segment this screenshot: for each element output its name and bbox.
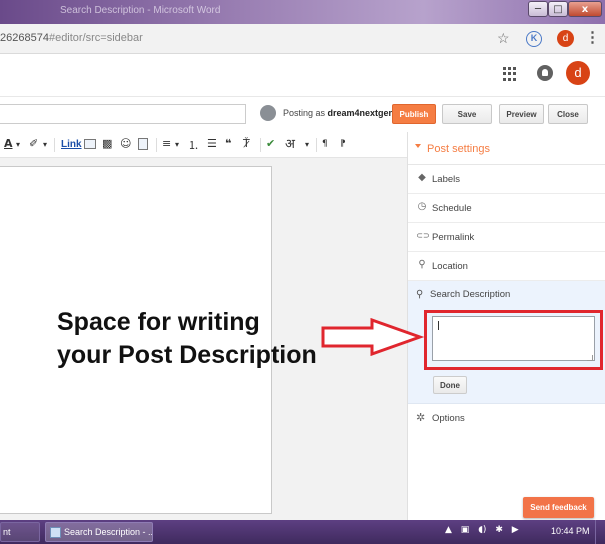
- browser-profile-avatar[interactable]: d: [557, 30, 574, 47]
- format-toolbar: A ▾ ✐ ▾ Link ▩ ☺ ≡ ▾ ⒈ ☰ ❝ Ť̷ ✔ अ ▾ ¶ ¶: [0, 132, 407, 158]
- search-icon: ⚲: [416, 289, 424, 300]
- taskbar-item-label: Search Description - ...: [64, 527, 153, 537]
- done-button[interactable]: Done: [433, 376, 467, 394]
- url-prefix: 26268574: [0, 32, 49, 44]
- network-icon[interactable]: ▣: [461, 525, 470, 535]
- maximize-button[interactable]: □: [548, 1, 568, 17]
- emoji-icon[interactable]: ☺: [120, 137, 131, 150]
- chevron-down-icon[interactable]: ▾: [43, 140, 47, 149]
- sidebar-item-options[interactable]: ✲ Options: [408, 404, 605, 432]
- sidebar-item-schedule[interactable]: ◷ Schedule: [408, 194, 605, 223]
- app-header: d: [0, 55, 605, 97]
- caret-down-icon: [415, 144, 421, 148]
- chevron-down-icon[interactable]: ▾: [305, 140, 309, 149]
- bulleted-list-icon[interactable]: ☰: [207, 137, 217, 150]
- minimize-button[interactable]: ─: [528, 1, 548, 17]
- clear-formatting-icon[interactable]: Ť̷: [243, 137, 250, 150]
- taskbar-item[interactable]: nt: [0, 522, 40, 542]
- posting-as-text: Posting as dream4nextgen: [283, 108, 394, 118]
- system-tray: ▲ ▣ ◖) ✱ ▶: [445, 525, 525, 535]
- url-path: #editor/src=sidebar: [48, 32, 143, 44]
- send-feedback-button[interactable]: Send feedback: [523, 497, 594, 518]
- chevron-down-icon[interactable]: ▾: [16, 140, 20, 149]
- save-button[interactable]: Save: [442, 104, 492, 124]
- annotation-line-1: Space for writing: [57, 308, 260, 336]
- text-color-icon[interactable]: A: [4, 137, 13, 150]
- post-title-input[interactable]: [0, 104, 246, 124]
- toolbar-divider: [260, 138, 261, 152]
- posting-as-prefix: Posting as: [283, 108, 328, 118]
- apps-grid-icon[interactable]: [503, 67, 517, 81]
- post-settings-sidebar: Post settings ◆ Labels ◷ Schedule ⊂⊃ Per…: [407, 132, 605, 520]
- image-icon[interactable]: [84, 139, 96, 149]
- preview-button[interactable]: Preview: [499, 104, 544, 124]
- post-settings-label: Post settings: [427, 143, 490, 155]
- resize-handle-icon[interactable]: [587, 355, 593, 361]
- publish-button[interactable]: Publish: [392, 104, 436, 124]
- ltr-icon[interactable]: ¶: [322, 139, 328, 149]
- transliteration-icon[interactable]: अ: [285, 134, 295, 152]
- sidebar-item-label: Labels: [432, 174, 460, 185]
- address-bar[interactable]: 26268574#editor/src=sidebar ☆ K d ⋮: [0, 24, 605, 54]
- clock-icon: ◷: [417, 201, 427, 212]
- sidebar-item-permalink[interactable]: ⊂⊃ Permalink: [408, 223, 605, 252]
- annotation-text: Space for writing your Post Description: [57, 306, 327, 372]
- spellcheck-icon[interactable]: ✔: [266, 137, 275, 150]
- chevron-down-icon[interactable]: ▾: [175, 140, 179, 149]
- browser-menu-icon[interactable]: ⋮: [585, 28, 600, 46]
- highlight-icon[interactable]: ✐: [29, 137, 38, 150]
- volume-icon[interactable]: ◖): [478, 525, 486, 535]
- quote-icon[interactable]: ❝: [225, 137, 231, 150]
- annotation-line-2: your Post Description: [57, 341, 317, 369]
- sidebar-item-label: Location: [432, 261, 468, 272]
- taskbar: nt Search Description - ... ▲ ▣ ◖) ✱ ▶ 1…: [0, 520, 605, 544]
- browser-icon: [50, 527, 61, 538]
- sidebar-item-location[interactable]: ⚲ Location: [408, 252, 605, 281]
- sidebar-item-labels[interactable]: ◆ Labels: [408, 165, 605, 194]
- url-text[interactable]: 26268574#editor/src=sidebar: [0, 32, 143, 44]
- align-icon[interactable]: ≡: [162, 137, 171, 150]
- video-icon[interactable]: ▩: [102, 137, 112, 150]
- toolbar-divider: [316, 138, 317, 152]
- close-window-button[interactable]: x: [568, 1, 602, 17]
- taskbar-item-active[interactable]: Search Description - ...: [45, 522, 153, 542]
- sidebar-item-label: Options: [432, 413, 465, 424]
- flag-icon[interactable]: ▶: [512, 525, 519, 535]
- sidebar-item-label: Schedule: [432, 203, 472, 214]
- author-avatar: [260, 105, 276, 121]
- account-avatar[interactable]: d: [566, 61, 590, 85]
- extension-icon[interactable]: K: [526, 31, 542, 47]
- search-description-label: Search Description: [430, 289, 511, 300]
- post-settings-header[interactable]: Post settings: [408, 132, 605, 165]
- bookmark-star-icon[interactable]: ☆: [497, 30, 510, 47]
- numbered-list-icon[interactable]: ⒈: [188, 137, 199, 153]
- gear-icon: ✲: [416, 411, 426, 424]
- posting-as-user: dream4nextgen: [327, 108, 395, 118]
- clock[interactable]: 10:44 PM: [551, 526, 590, 536]
- link-button[interactable]: Link: [61, 139, 82, 150]
- toolbar-divider: [156, 138, 157, 152]
- text-cursor: [438, 321, 439, 330]
- link-icon: ⊂⊃: [416, 231, 430, 240]
- post-title-row: Posting as dream4nextgen Publish Save Pr…: [0, 97, 605, 131]
- window-title-bar: Search Description - Microsoft Word ─ □ …: [0, 0, 605, 24]
- rtl-icon[interactable]: ¶: [340, 139, 346, 149]
- toolbar-divider: [54, 138, 55, 152]
- pin-icon: ⚲: [418, 259, 426, 270]
- sidebar-item-label: Permalink: [432, 232, 475, 243]
- tray-up-icon[interactable]: ▲: [445, 525, 452, 535]
- window-title: Search Description - Microsoft Word: [60, 5, 221, 16]
- highlight-frame: [424, 310, 603, 370]
- tag-icon: ◆: [418, 172, 426, 183]
- close-button[interactable]: Close: [548, 104, 588, 124]
- arrow-icon: [321, 318, 424, 356]
- search-description-textarea[interactable]: [432, 316, 595, 361]
- bluetooth-icon[interactable]: ✱: [495, 525, 503, 535]
- show-desktop-button[interactable]: [595, 520, 605, 544]
- sidebar-item-search-description: ⚲ Search Description Done: [408, 281, 605, 404]
- notifications-icon[interactable]: [537, 65, 553, 81]
- jump-break-icon[interactable]: [138, 138, 148, 150]
